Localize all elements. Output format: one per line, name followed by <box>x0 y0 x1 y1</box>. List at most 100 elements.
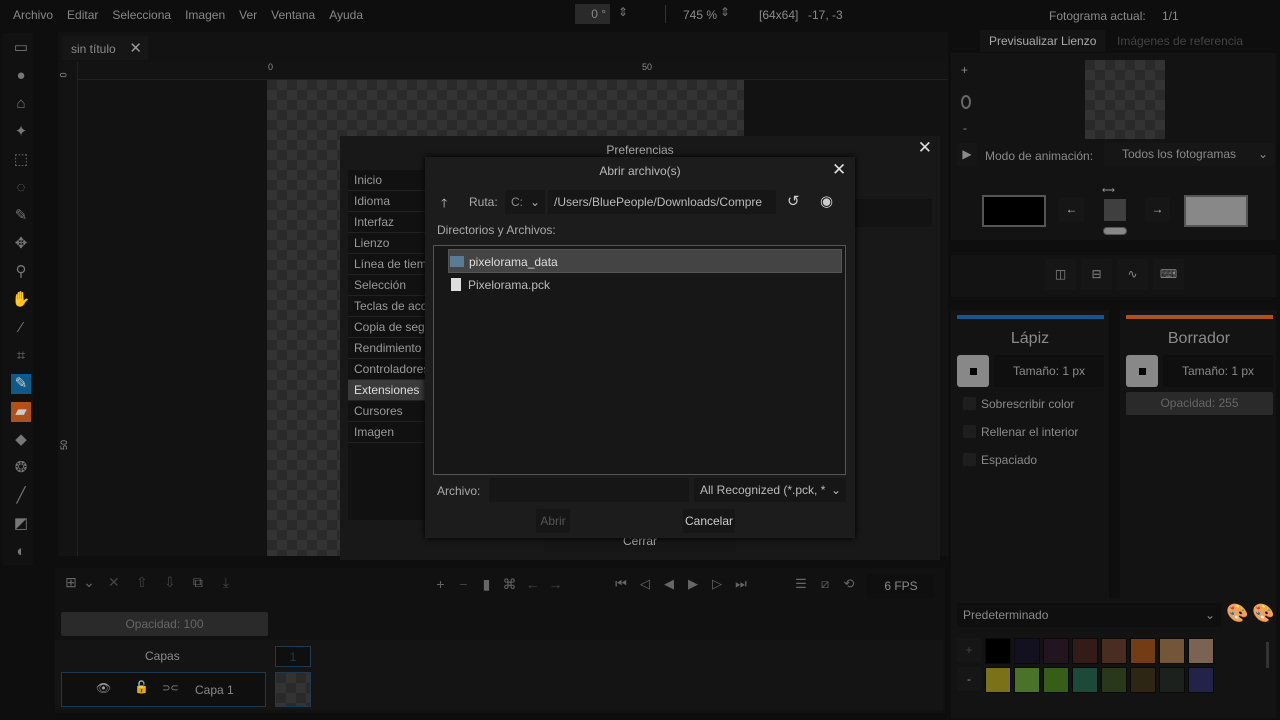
play-icon[interactable]: ▶ <box>957 143 977 166</box>
menu-imagen[interactable]: Imagen <box>185 8 225 22</box>
zoom-in-icon[interactable]: + <box>961 63 968 77</box>
timeline-settings-icon[interactable]: ☰ <box>789 576 813 592</box>
pref-linea-de-tiempo[interactable]: Línea de tiempo <box>348 254 433 275</box>
file-entry-file[interactable]: Pixelorama.pck <box>448 274 842 296</box>
pref-seleccion[interactable]: Selección <box>348 275 433 296</box>
pref-cursores[interactable]: Cursores <box>348 401 433 422</box>
file-list[interactable]: pixelorama_data Pixelorama.pck <box>433 245 846 475</box>
fps-spinner[interactable]: 6 FPS <box>867 574 935 599</box>
add-frame-icon[interactable]: + <box>429 576 452 592</box>
magic-wand-icon[interactable]: ✦ <box>11 122 31 142</box>
vertical-ruler[interactable]: 0 50 <box>58 62 78 556</box>
zoom-icon[interactable]: ⚲ <box>11 262 31 282</box>
ellipse-select-icon[interactable]: ● <box>11 66 31 86</box>
pref-idioma[interactable]: Idioma <box>348 191 433 212</box>
palette-swatch[interactable] <box>1101 667 1127 693</box>
pan-icon[interactable]: ✋ <box>11 290 31 310</box>
pref-inicio[interactable]: Inicio <box>348 170 433 191</box>
palette-swatch[interactable] <box>1188 638 1214 664</box>
palette-swatch[interactable] <box>985 638 1011 664</box>
remove-color-button[interactable]: - <box>957 667 981 691</box>
horizontal-mirror-icon[interactable]: ◫ <box>1045 259 1076 290</box>
delete-layer-icon[interactable]: ✕ <box>100 574 128 591</box>
horizontal-ruler[interactable]: 0 50 <box>78 62 948 80</box>
color-toggle[interactable] <box>1103 227 1127 235</box>
palette-swatch[interactable] <box>1101 638 1127 664</box>
menu-archivo[interactable]: Archivo <box>13 8 53 22</box>
tab-reference-images[interactable]: Imágenes de referencia <box>1117 34 1243 48</box>
menu-selecciona[interactable]: Selecciona <box>112 8 171 22</box>
refresh-icon[interactable]: ↺ <box>787 192 800 210</box>
preferences-close-icon[interactable]: ✕ <box>918 138 932 158</box>
polygon-select-icon[interactable]: ⌂ <box>11 94 31 114</box>
pref-lienzo[interactable]: Lienzo <box>348 233 433 254</box>
left-size-spinner[interactable]: Tamaño: 1 px <box>994 355 1104 387</box>
file-name-input[interactable] <box>489 478 689 502</box>
prev-frame-icon[interactable]: ◁ <box>633 576 657 592</box>
palette-swatch[interactable] <box>1130 667 1156 693</box>
palette-swatch[interactable] <box>1130 638 1156 664</box>
pref-copia[interactable]: Copia de seguridad <box>348 317 433 338</box>
palette-scrollbar[interactable] <box>1266 642 1269 668</box>
left-color-button[interactable] <box>982 195 1046 227</box>
move-down-icon[interactable]: ⇩ <box>156 574 184 591</box>
arrow-right-icon[interactable]: → <box>1145 197 1170 222</box>
cel-thumbnail[interactable] <box>275 672 311 707</box>
play-backward-icon[interactable]: ◀ <box>657 576 681 592</box>
link-icon[interactable]: ⊃⊂ <box>162 683 179 694</box>
tab-sin-titulo[interactable]: sin título ✕ <box>62 36 148 60</box>
layer-row[interactable]: 👁 🔓 ⊃⊂ Capa 1 <box>61 672 266 707</box>
zoom-value[interactable]: 745 % <box>683 8 717 22</box>
chevron-down-icon[interactable]: ⌄ <box>82 574 96 591</box>
shading-icon[interactable]: ❂ <box>11 458 31 478</box>
menu-ver[interactable]: Ver <box>239 8 257 22</box>
bucket-icon[interactable]: ◆ <box>11 430 31 450</box>
zoom-slider[interactable] <box>961 95 971 109</box>
pref-interfaz[interactable]: Interfaz <box>348 212 433 233</box>
show-hidden-icon[interactable]: ◉ <box>820 192 833 210</box>
move-up-icon[interactable]: ⇧ <box>128 574 156 591</box>
overwrite-checkbox[interactable] <box>963 397 976 410</box>
drive-select[interactable]: C: ⌄ <box>505 190 545 214</box>
eraser-shape-button[interactable] <box>1126 355 1158 387</box>
brush-shape-button[interactable] <box>957 355 989 387</box>
move-icon[interactable]: ✥ <box>11 234 31 254</box>
frame-number-button[interactable]: 1 <box>275 646 311 667</box>
palette-swatch[interactable] <box>1072 667 1098 693</box>
pref-rendimiento[interactable]: Rendimiento <box>348 338 433 359</box>
right-color-button[interactable] <box>1184 195 1248 227</box>
parent-dir-icon[interactable]: 🡑 <box>441 194 447 215</box>
clone-frame-icon[interactable]: ▮ <box>475 576 498 593</box>
arrow-left-icon[interactable]: ← <box>1059 197 1084 222</box>
close-tab-icon[interactable]: ✕ <box>129 39 142 57</box>
palette-swatch[interactable] <box>1014 667 1040 693</box>
crop-icon[interactable]: ⌗ <box>11 346 31 366</box>
palette-swatch[interactable] <box>1159 667 1185 693</box>
clone-layer-icon[interactable]: ⧉ <box>184 574 212 591</box>
play-forward-icon[interactable]: ▶ <box>681 576 705 592</box>
menu-editar[interactable]: Editar <box>67 8 98 22</box>
palette-select[interactable]: Predeterminado ⌄ <box>957 603 1221 627</box>
zoom-spinner-icon[interactable]: ⇕ <box>720 5 730 19</box>
edit-palette-icon[interactable]: 🎨 <box>1226 603 1248 624</box>
pref-field[interactable] <box>850 199 932 227</box>
right-size-spinner[interactable]: Tamaño: 1 px <box>1163 355 1273 387</box>
open-button[interactable]: Abrir <box>536 509 570 533</box>
pref-controladores[interactable]: Controladores <box>348 359 433 380</box>
next-frame-icon[interactable]: ▷ <box>705 576 729 592</box>
tag-icon[interactable]: ⌘ <box>498 576 521 593</box>
filter-select[interactable]: All Recognized (*.pck, * ⌄ <box>694 478 846 502</box>
pencil-icon[interactable]: ✎ <box>11 374 31 394</box>
move-frame-left-icon[interactable]: ← <box>521 576 544 592</box>
vertical-mirror-icon[interactable]: ⊟ <box>1081 259 1112 290</box>
rotation-input[interactable]: 0 ° <box>575 4 610 24</box>
fill-inside-checkbox[interactable] <box>963 425 976 438</box>
opacity-spinner[interactable]: Opacidad: 255 <box>1126 392 1273 415</box>
dialog-close-icon[interactable]: ✕ <box>832 160 846 180</box>
ellipse-icon[interactable]: ◐ <box>11 542 31 562</box>
move-frame-right-icon[interactable]: → <box>544 576 567 592</box>
rectangle-select-icon[interactable]: ▭ <box>11 38 31 58</box>
pixel-perfect-icon[interactable]: ∿ <box>1117 259 1148 290</box>
pref-teclas[interactable]: Teclas de acceso <box>348 296 433 317</box>
swap-colors-icon[interactable]: ⟷ <box>1102 185 1115 196</box>
